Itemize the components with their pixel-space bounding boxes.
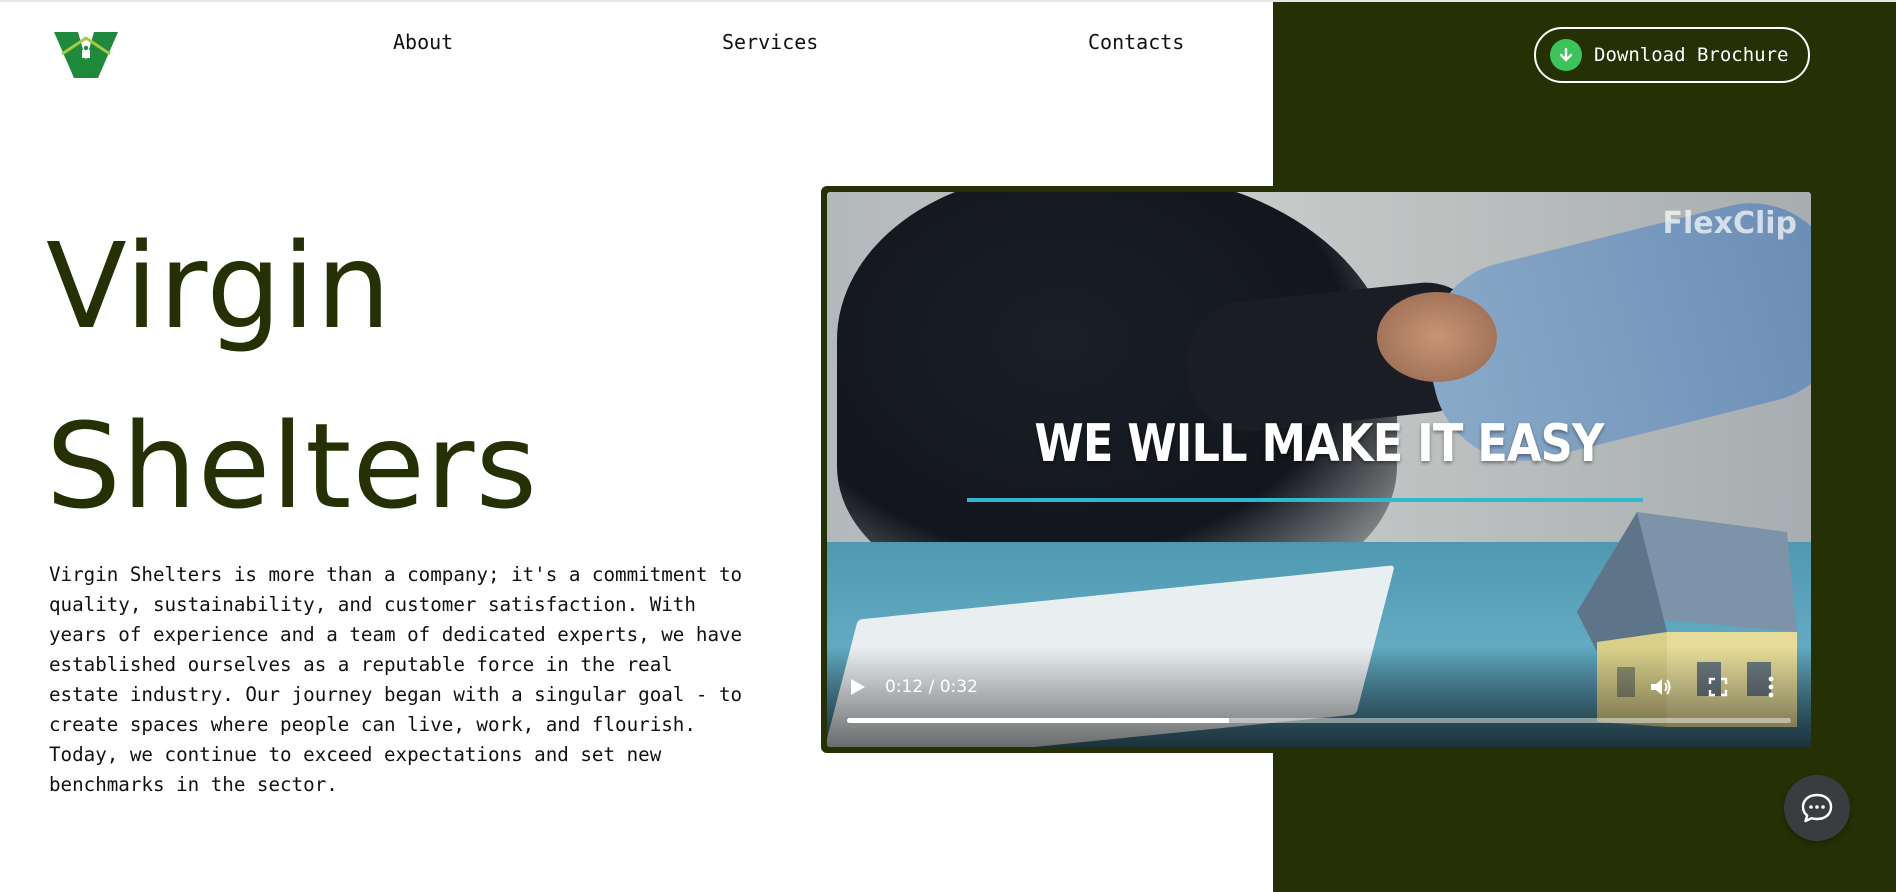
- nav-link-services[interactable]: Services: [722, 30, 818, 56]
- chat-button[interactable]: [1784, 775, 1850, 841]
- nav-link-contacts[interactable]: Contacts: [1088, 30, 1184, 56]
- more-vertical-icon: [1768, 676, 1774, 698]
- volume-button[interactable]: [1645, 672, 1677, 702]
- video-scene-handshake: [1377, 292, 1497, 382]
- video-overlay-text: WE WILL MAKE IT EASY: [1034, 414, 1604, 474]
- video-time-display: 0:12 / 0:32: [885, 677, 978, 697]
- logo[interactable]: [52, 28, 120, 80]
- download-brochure-button[interactable]: Download Brochure: [1534, 27, 1810, 83]
- virgin-shelters-logo-icon: [54, 32, 118, 78]
- video-progress-bar[interactable]: [847, 718, 1791, 723]
- more-options-button[interactable]: [1759, 672, 1783, 702]
- nav-link-about[interactable]: About: [393, 30, 453, 56]
- page-title: Virgin Shelters: [46, 196, 538, 556]
- video-progress-fill: [847, 718, 1230, 723]
- video-watermark: FlexClip: [1662, 206, 1797, 241]
- video-player[interactable]: WE WILL MAKE IT EASY FlexClip 0:12 / 0:3…: [827, 192, 1811, 747]
- chat-bubble-icon: [1801, 793, 1833, 823]
- video-overlay-underline: [967, 498, 1643, 502]
- download-brochure-label: Download Brochure: [1594, 44, 1789, 66]
- page-title-line-1: Virgin: [46, 217, 392, 355]
- page-title-line-2: Shelters: [46, 397, 538, 535]
- fullscreen-icon: [1708, 677, 1728, 697]
- volume-icon: [1651, 679, 1671, 695]
- hero-description: Virgin Shelters is more than a company; …: [49, 563, 743, 797]
- play-icon: [851, 679, 865, 695]
- play-button[interactable]: [843, 672, 873, 702]
- download-arrow-icon: [1550, 39, 1582, 71]
- video-frame: WE WILL MAKE IT EASY FlexClip 0:12 / 0:3…: [821, 186, 1817, 753]
- fullscreen-button[interactable]: [1703, 672, 1733, 702]
